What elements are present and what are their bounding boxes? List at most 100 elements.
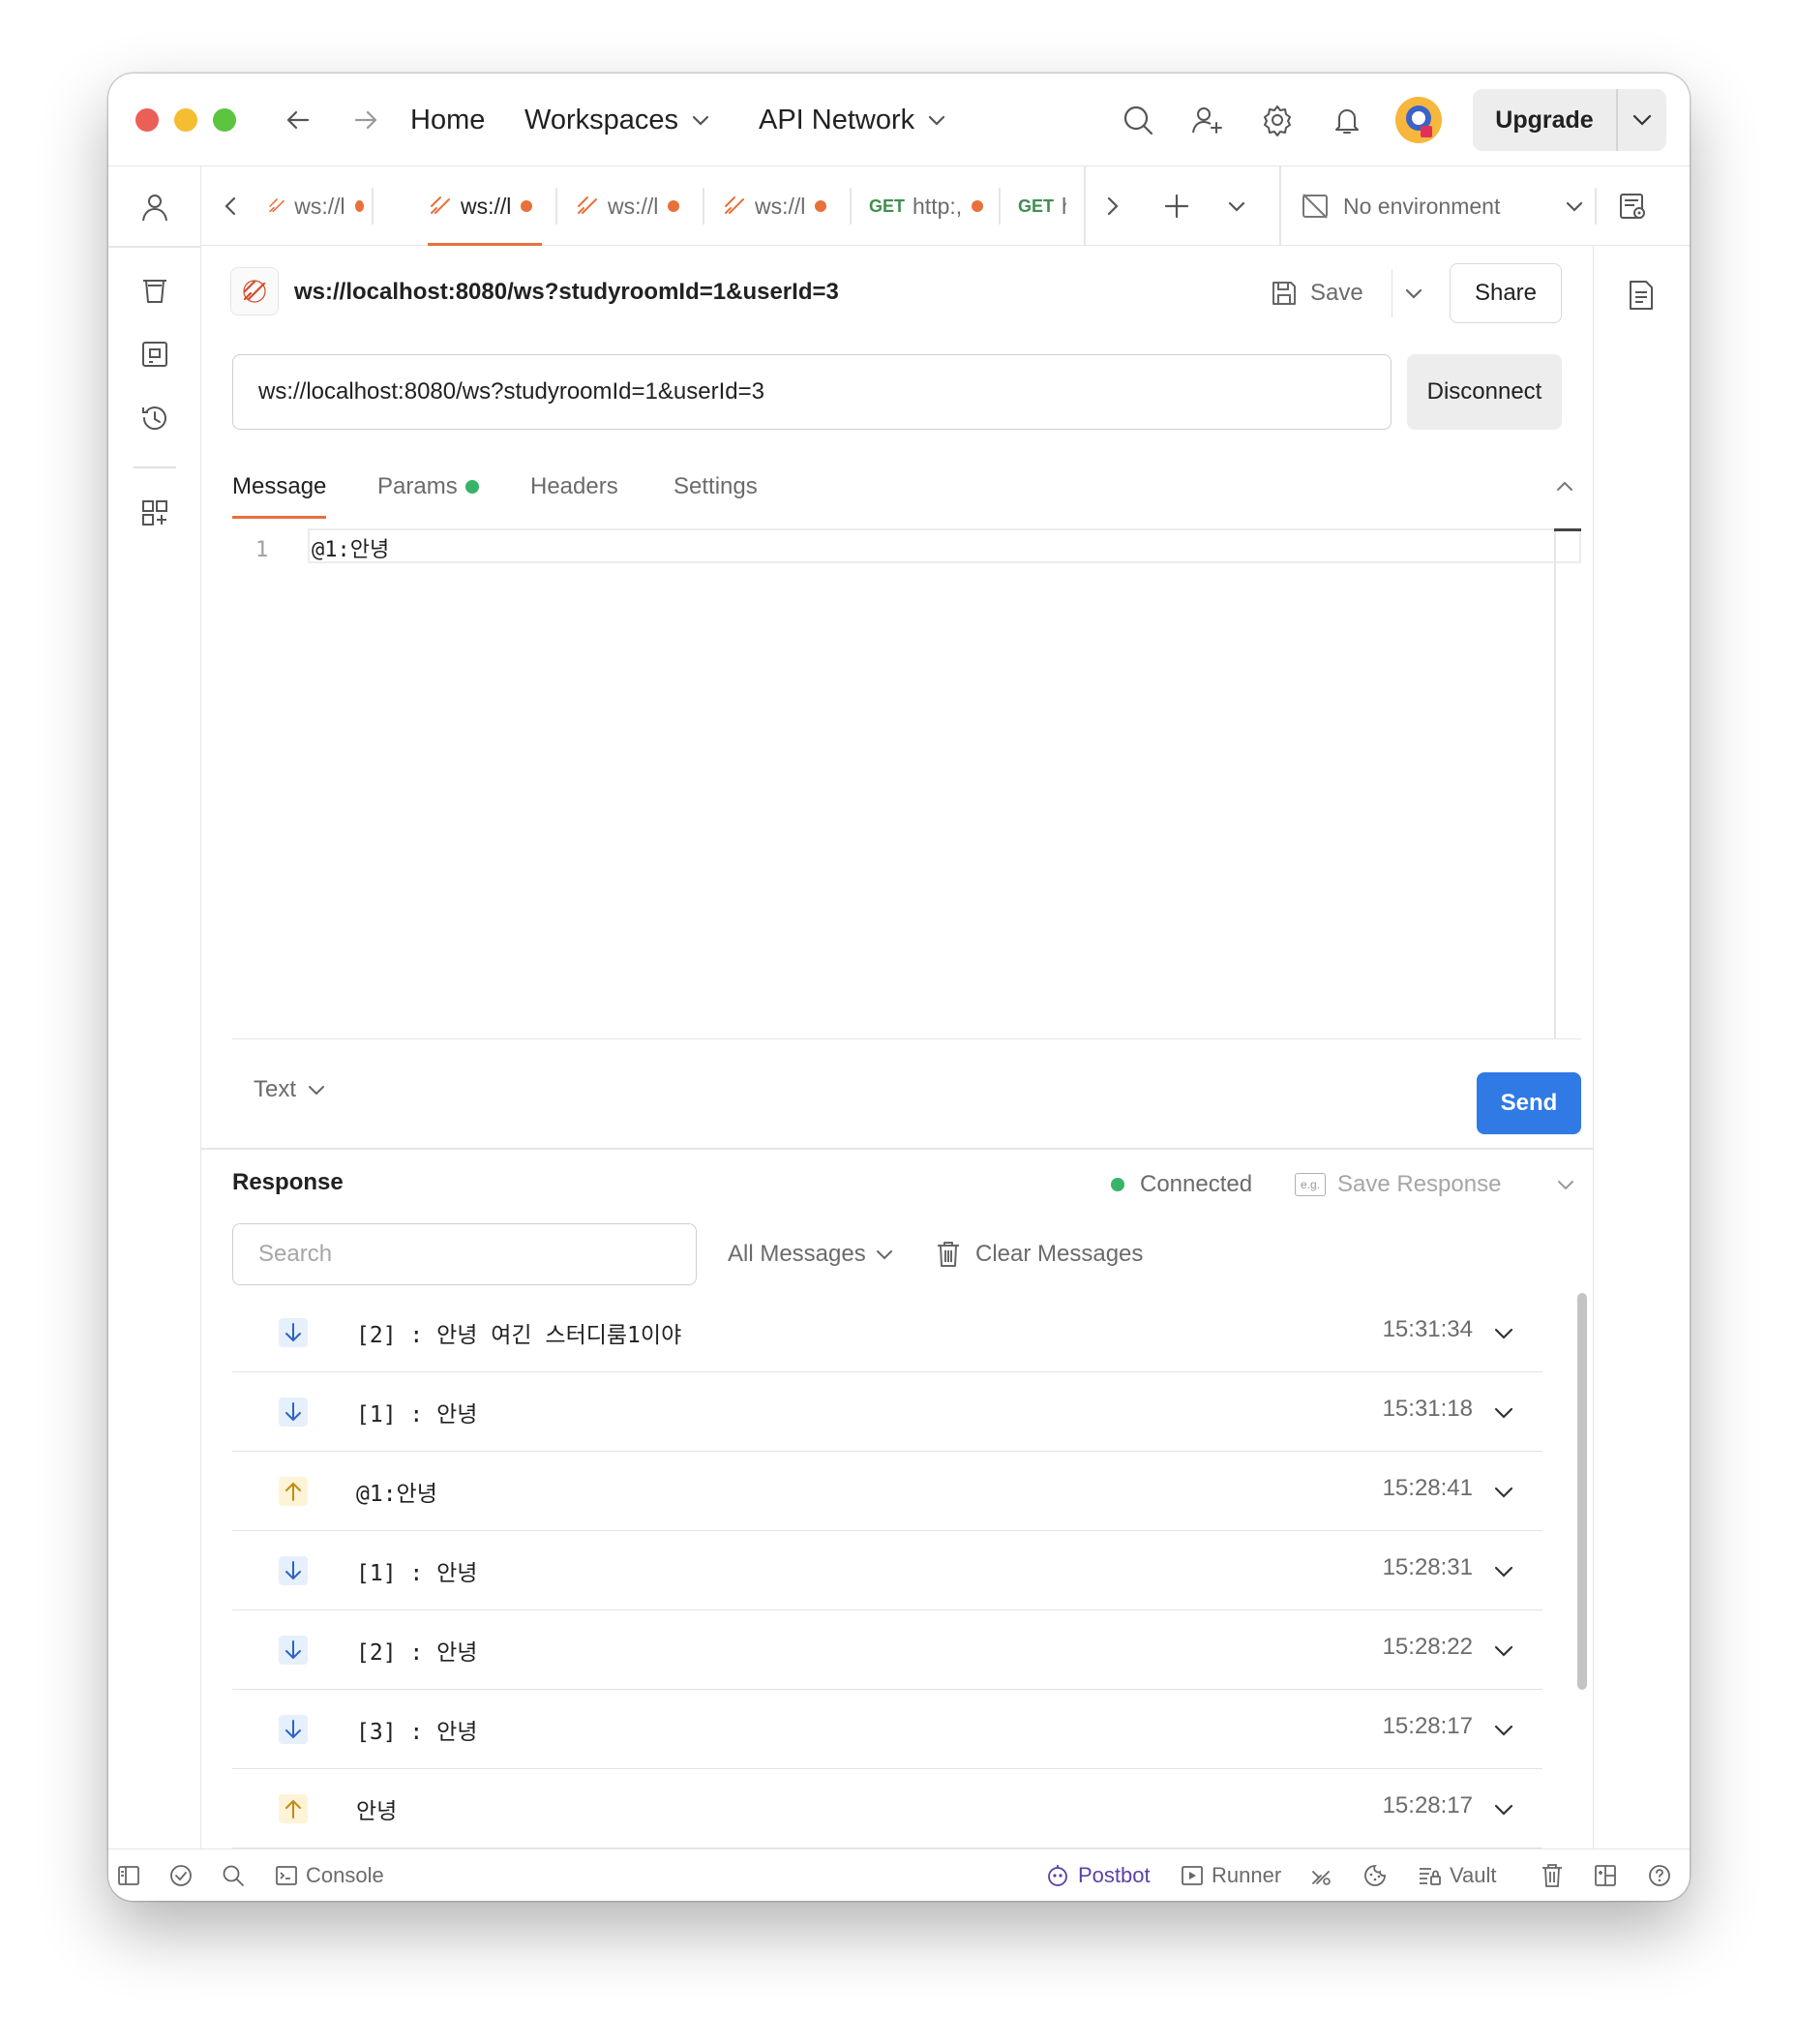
example-icon: e.g.: [1295, 1173, 1326, 1196]
invite-user-icon[interactable]: [1186, 99, 1229, 141]
message-text: [2] : 안녕 여긴 스터디룸1이야: [356, 1323, 682, 1348]
tabs-scroll-left-button[interactable]: [201, 166, 259, 246]
message-time: 15:28:41: [1382, 1475, 1473, 1501]
unsaved-dot: [354, 200, 364, 212]
gear-icon[interactable]: [1256, 99, 1299, 141]
two-pane-view-icon[interactable]: [1593, 1849, 1626, 1901]
cookies-icon[interactable]: [1362, 1849, 1395, 1901]
toggle-sidebar-icon[interactable]: [116, 1849, 149, 1901]
request-tab[interactable]: GET http:,: [869, 166, 985, 246]
save-response-button[interactable]: e.g. Save Response: [1295, 1165, 1501, 1204]
chevron-down-icon: [1405, 288, 1422, 299]
request-title[interactable]: ws://localhost:8080/ws?studyroomId=1&use…: [294, 273, 839, 312]
chevron-down-icon[interactable]: [1492, 1481, 1515, 1504]
message-list-scrollbar[interactable]: [1577, 1293, 1587, 1690]
message-format-select[interactable]: Text: [254, 1068, 325, 1111]
upgrade-menu-button[interactable]: [1618, 89, 1666, 151]
tab-params[interactable]: Params: [377, 463, 479, 511]
minimize-window-button[interactable]: [174, 108, 197, 132]
environment-selector[interactable]: No environment: [1301, 166, 1583, 246]
tab-settings[interactable]: Settings: [674, 463, 758, 511]
clear-messages-label: Clear Messages: [975, 1241, 1144, 1267]
new-tab-button[interactable]: [1146, 166, 1208, 246]
save-button[interactable]: Save: [1270, 269, 1363, 317]
search-icon[interactable]: [1117, 99, 1159, 141]
tabs-scroll-right-button[interactable]: [1086, 166, 1140, 246]
editor-content[interactable]: @1:안녕: [312, 532, 389, 563]
tab-message[interactable]: Message: [232, 463, 327, 519]
tab-label: ws://l: [608, 193, 659, 219]
postbot-button[interactable]: Postbot: [1045, 1849, 1151, 1901]
close-window-button[interactable]: [135, 108, 159, 132]
divider: [108, 246, 201, 248]
message-editor[interactable]: 1 @1:안녕: [232, 528, 1581, 1039]
clear-messages-button[interactable]: Clear Messages: [935, 1235, 1143, 1274]
request-tab[interactable]: GET h: [1018, 166, 1066, 246]
chevron-down-icon[interactable]: [1492, 1322, 1515, 1345]
message-row[interactable]: 안녕 15:28:17: [232, 1769, 1542, 1849]
incoming-arrow-icon: [279, 1715, 308, 1744]
tab-label: ws://l: [461, 193, 512, 219]
share-button[interactable]: Share: [1450, 263, 1562, 323]
console-button[interactable]: Console: [275, 1849, 384, 1901]
message-row[interactable]: [2] : 안녕 15:28:22: [232, 1610, 1542, 1690]
upgrade-button[interactable]: Upgrade: [1473, 89, 1616, 151]
nav-workspaces[interactable]: Workspaces: [524, 101, 709, 139]
message-time: 15:31:18: [1382, 1396, 1473, 1422]
capture-requests-icon[interactable]: [1308, 1849, 1341, 1901]
runner-button[interactable]: Runner: [1181, 1849, 1281, 1901]
divider: [201, 1148, 1593, 1150]
message-filter-select[interactable]: All Messages: [728, 1235, 893, 1274]
online-status-icon[interactable]: [168, 1849, 201, 1901]
nav-api-network[interactable]: API Network: [759, 101, 945, 139]
back-arrow-icon[interactable]: [279, 101, 317, 139]
find-icon[interactable]: [221, 1849, 254, 1901]
chevron-down-icon[interactable]: [1492, 1639, 1515, 1663]
zoom-window-button[interactable]: [213, 108, 236, 132]
send-button[interactable]: Send: [1477, 1072, 1581, 1134]
url-input[interactable]: ws://localhost:8080/ws?studyroomId=1&use…: [232, 354, 1392, 430]
request-tab[interactable]: ws://l: [575, 166, 689, 246]
environments-icon[interactable]: [132, 331, 178, 377]
apps-grid-icon[interactable]: [132, 490, 178, 536]
chevron-down-icon[interactable]: [1492, 1719, 1515, 1742]
disconnect-button[interactable]: Disconnect: [1407, 354, 1562, 430]
avatar[interactable]: [1395, 97, 1442, 143]
help-icon[interactable]: [1647, 1849, 1680, 1901]
search-input[interactable]: Search: [232, 1223, 697, 1285]
trash-icon: [938, 1242, 959, 1267]
documentation-icon[interactable]: [1617, 271, 1665, 319]
tab-headers[interactable]: Headers: [530, 463, 618, 511]
request-tab[interactable]: ws://l: [722, 166, 836, 246]
environment-quick-look-icon[interactable]: [1608, 184, 1657, 228]
vault-button[interactable]: Vault: [1417, 1849, 1497, 1901]
divider: [1595, 188, 1597, 225]
nav-home[interactable]: Home: [410, 101, 485, 139]
upgrade-button-group: Upgrade: [1473, 89, 1666, 151]
message-row[interactable]: @1:안녕 15:28:41: [232, 1452, 1542, 1531]
message-row[interactable]: [2] : 안녕 여긴 스터디룸1이야 15:31:34: [232, 1293, 1542, 1372]
bell-icon[interactable]: [1326, 99, 1368, 141]
history-icon[interactable]: [132, 395, 178, 441]
message-row[interactable]: [1] : 안녕 15:28:31: [232, 1531, 1542, 1610]
collapse-response-button[interactable]: [1550, 1169, 1581, 1200]
chevron-down-icon[interactable]: [1492, 1798, 1515, 1821]
trash-icon[interactable]: [1541, 1849, 1572, 1901]
request-tab[interactable]: ws://l: [267, 166, 364, 246]
divider: [1279, 166, 1281, 246]
request-tab-active[interactable]: ws://l: [428, 166, 542, 246]
message-row[interactable]: [3] : 안녕 15:28:17: [232, 1690, 1542, 1769]
plus-icon: [1164, 194, 1189, 219]
outgoing-arrow-icon: [279, 1794, 308, 1823]
message-row[interactable]: [1] : 안녕 15:31:18: [232, 1372, 1542, 1452]
trash-bin-icon[interactable]: [132, 267, 178, 314]
chevron-down-icon[interactable]: [1492, 1401, 1515, 1425]
websocket-icon: [725, 196, 744, 214]
save-options-button[interactable]: [1392, 269, 1434, 317]
tabs-menu-button[interactable]: [1208, 166, 1266, 246]
title-bar: Home Workspaces API Network Upgrade: [108, 74, 1690, 166]
chevron-down-icon[interactable]: [1492, 1560, 1515, 1583]
forward-arrow-icon[interactable]: [346, 101, 385, 139]
collapse-request-button[interactable]: [1548, 470, 1581, 503]
user-icon[interactable]: [132, 184, 178, 230]
